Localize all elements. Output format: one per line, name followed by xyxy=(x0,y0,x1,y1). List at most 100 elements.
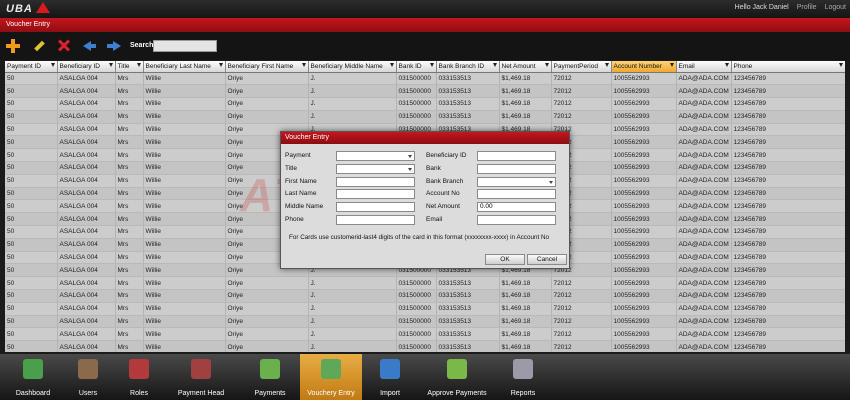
table-cell: 123456789 xyxy=(731,238,845,252)
column-header[interactable]: Phone xyxy=(731,61,845,73)
dock-item-users[interactable]: Users xyxy=(66,354,110,400)
column-header-label: Email xyxy=(678,62,695,70)
column-header[interactable]: Bank Branch ID xyxy=(436,61,500,73)
column-header[interactable]: PaymentPeriod xyxy=(551,61,612,73)
column-header[interactable]: Beneficiary Last Name xyxy=(143,61,226,73)
table-cell: ASALGA 004 xyxy=(57,327,116,342)
filter-icon[interactable] xyxy=(218,63,223,67)
table-cell: ASALGA 004 xyxy=(57,187,116,201)
cancel-button[interactable]: Cancel xyxy=(527,254,567,265)
table-cell: 123456789 xyxy=(731,187,845,201)
payment-select[interactable] xyxy=(336,151,415,161)
ok-button[interactable]: OK xyxy=(485,254,525,265)
filter-icon[interactable] xyxy=(108,63,113,67)
table-row[interactable]: 50ASALGA 004MrsWillieOriyeJ.031500000033… xyxy=(5,327,845,342)
table-cell: Mrs xyxy=(115,327,144,342)
middle-name-field[interactable] xyxy=(336,202,415,212)
dock-item-dashboard[interactable]: Dashboard xyxy=(8,354,58,400)
filter-icon[interactable] xyxy=(604,63,609,67)
table-cell: ASALGA 004 xyxy=(57,340,116,352)
dock-item-approve-payments[interactable]: Approve Payments xyxy=(420,354,494,400)
column-header[interactable]: Title xyxy=(115,61,144,73)
table-cell: Mrs xyxy=(115,199,144,214)
table-row[interactable]: 50ASALGA 004MrsWillieOriyeJ.031500000033… xyxy=(5,276,845,291)
back-arrow-icon[interactable] xyxy=(83,39,97,53)
filter-icon[interactable] xyxy=(492,63,497,67)
dock-item-label: Dashboard xyxy=(15,390,51,397)
table-cell: 123456789 xyxy=(731,148,845,163)
table-cell: ADA@ADA.COM xyxy=(676,212,732,227)
filter-icon[interactable] xyxy=(838,63,843,67)
table-row[interactable]: 50ASALGA 004MrsWillieOriyeJ.031500000033… xyxy=(5,72,845,86)
table-cell: ADA@ADA.COM xyxy=(676,135,732,150)
last-name-field[interactable] xyxy=(336,189,415,199)
filter-icon[interactable] xyxy=(429,63,434,67)
filter-icon[interactable] xyxy=(724,63,729,67)
table-cell: ADA@ADA.COM xyxy=(676,174,732,188)
account-no-field[interactable] xyxy=(477,189,556,199)
email-field[interactable] xyxy=(477,215,556,225)
add-icon[interactable] xyxy=(6,39,20,53)
title-label: Title xyxy=(285,165,298,172)
filter-icon[interactable] xyxy=(50,63,55,67)
table-cell: Oriye xyxy=(225,276,309,291)
middle-name-label: Middle Name xyxy=(285,203,324,210)
forward-arrow-icon[interactable] xyxy=(107,39,121,53)
table-row[interactable]: 50ASALGA 004MrsWillieOriyeJ.031500000033… xyxy=(5,315,845,329)
beneficiary-id-label: Beneficiary ID xyxy=(426,152,467,159)
first-name-field[interactable] xyxy=(336,177,415,187)
column-header[interactable]: Beneficiary Middle Name xyxy=(308,61,397,73)
approve-payments-icon xyxy=(447,359,467,379)
table-cell: 031500000 xyxy=(396,276,437,291)
profile-link[interactable]: Profile xyxy=(797,4,817,11)
column-header[interactable]: Email xyxy=(676,61,732,73)
title-select[interactable] xyxy=(336,164,415,174)
filter-icon[interactable] xyxy=(301,63,306,67)
table-cell: 72012 xyxy=(551,72,612,86)
table-row[interactable]: 50ASALGA 004MrsWillieOriyeJ.031500000033… xyxy=(5,289,845,303)
filter-icon[interactable] xyxy=(136,63,141,67)
dock-item-label: Approve Payments xyxy=(427,390,487,397)
net-amount-field[interactable]: 0.00 xyxy=(477,202,556,212)
table-cell: 72012 xyxy=(551,289,612,303)
table-row[interactable]: 50ASALGA 004MrsWillieOriyeJ.031500000033… xyxy=(5,97,845,111)
logout-link[interactable]: Logout xyxy=(825,4,846,11)
table-cell: ADA@ADA.COM xyxy=(676,123,732,137)
dock-item-payment-head[interactable]: Payment Head xyxy=(163,354,239,400)
dock-item-roles[interactable]: Roles xyxy=(115,354,163,400)
column-header[interactable]: Payment ID xyxy=(5,61,58,73)
delete-icon[interactable] xyxy=(57,39,71,53)
table-cell: Willie xyxy=(143,315,226,329)
table-row[interactable]: 50ASALGA 004MrsWillieOriyeJ.031500000033… xyxy=(5,84,845,99)
greeting-text: Hello Jack Daniel xyxy=(734,4,789,11)
dock-item-vouchery-entry[interactable]: Vouchery Entry xyxy=(300,354,362,400)
edit-icon[interactable] xyxy=(32,39,46,53)
bank-branch-select[interactable] xyxy=(477,177,556,187)
table-row[interactable]: 50ASALGA 004MrsWillieOriyeJ.031500000033… xyxy=(5,110,845,124)
table-cell: Mrs xyxy=(115,135,144,150)
table-cell: 50 xyxy=(5,251,58,265)
table-cell: Willie xyxy=(143,276,226,291)
column-header[interactable]: Account Number xyxy=(611,61,677,73)
table-cell: 50 xyxy=(5,135,58,150)
table-row[interactable]: 50ASALGA 004MrsWillieOriyeJ.031500000033… xyxy=(5,302,845,316)
table-cell: Willie xyxy=(143,212,226,227)
table-row[interactable]: 50ASALGA 004MrsWillieOriyeJ.031500000033… xyxy=(5,340,845,352)
dock-item-reports[interactable]: Reports xyxy=(498,354,548,400)
column-header[interactable]: Beneficiary First Name xyxy=(225,61,309,73)
dock-item-payments[interactable]: Payments xyxy=(240,354,300,400)
filter-icon[interactable] xyxy=(669,63,674,67)
filter-icon[interactable] xyxy=(544,63,549,67)
column-header[interactable]: Net Amount xyxy=(499,61,552,73)
beneficiary-id-field[interactable] xyxy=(477,151,556,161)
table-cell: J. xyxy=(308,340,397,352)
phone-field[interactable] xyxy=(336,215,415,225)
table-cell: ASALGA 004 xyxy=(57,174,116,188)
table-cell: Mrs xyxy=(115,315,144,329)
dock-item-import[interactable]: Import xyxy=(364,354,416,400)
search-input[interactable] xyxy=(153,40,217,52)
column-header[interactable]: Beneficiary ID xyxy=(57,61,116,73)
column-header[interactable]: Bank ID xyxy=(396,61,437,73)
bank-field[interactable] xyxy=(477,164,556,174)
filter-icon[interactable] xyxy=(389,63,394,67)
